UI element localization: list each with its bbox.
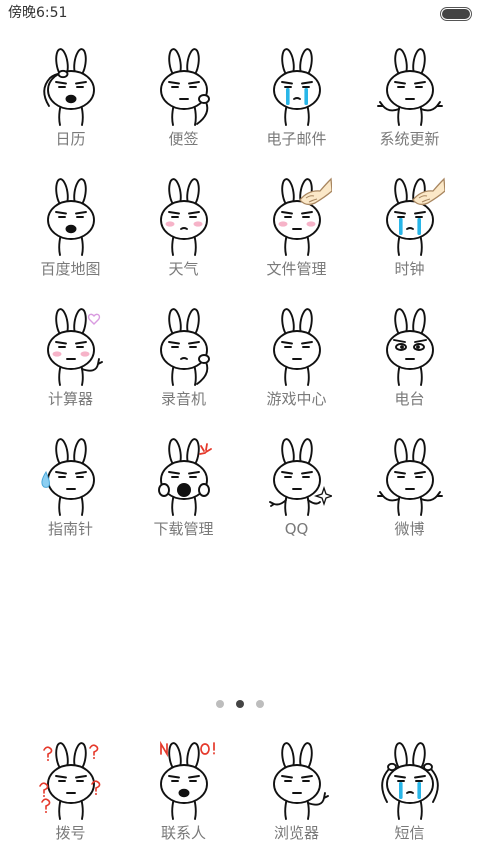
rabbit-shocked-icon	[36, 46, 106, 126]
app-calculator[interactable]: 计算器	[14, 306, 127, 436]
page-dot	[216, 700, 224, 708]
app-label: 游戏中心	[266, 390, 327, 408]
battery-icon	[440, 7, 472, 21]
rabbit-waving-icon	[262, 740, 332, 820]
rabbit-shrugging-icon	[375, 436, 445, 516]
dock: 拨号 联系人 浏览器 短信	[14, 740, 466, 844]
app-phone-dialer[interactable]: 拨号	[14, 740, 127, 844]
app-label: 系统更新	[379, 130, 440, 148]
app-label: 下载管理	[153, 520, 214, 538]
rabbit-crying-icon	[262, 46, 332, 126]
app-label: 拨号	[55, 824, 86, 842]
rabbit-confused-icon	[36, 740, 106, 820]
app-label: 指南针	[47, 520, 93, 538]
rabbit-thinking-icon	[149, 46, 219, 126]
status-time: 傍晚6:51	[8, 5, 68, 21]
app-label: 计算器	[47, 390, 93, 408]
app-label: 短信	[394, 824, 425, 842]
rabbit-sobbing-icon	[375, 176, 445, 256]
app-browser[interactable]: 浏览器	[240, 740, 353, 844]
page-dot	[256, 700, 264, 708]
app-label: 日历	[55, 130, 86, 148]
app-contacts[interactable]: 联系人	[127, 740, 240, 844]
rabbit-sweating-icon	[36, 436, 106, 516]
app-compass[interactable]: 指南针	[14, 436, 127, 566]
app-label: 便签	[168, 130, 199, 148]
rabbit-blushing-icon	[149, 176, 219, 256]
app-label: 浏览器	[273, 824, 319, 842]
app-weibo[interactable]: 微博	[353, 436, 466, 566]
rabbit-pointing-icon	[262, 436, 332, 516]
page-indicator	[0, 700, 480, 708]
app-email[interactable]: 电子邮件	[240, 46, 353, 176]
app-label: 联系人	[160, 824, 206, 842]
rabbit-gasp-icon	[36, 176, 106, 256]
app-label: 电子邮件	[266, 130, 327, 148]
page-dot-active	[236, 700, 244, 708]
rabbit-staring-icon	[375, 306, 445, 386]
app-download-manager[interactable]: 下载管理	[127, 436, 240, 566]
app-system-update[interactable]: 系统更新	[353, 46, 466, 176]
app-label: 百度地图	[40, 260, 101, 278]
app-label: 时钟	[394, 260, 425, 278]
battery-level-fill	[442, 9, 470, 19]
rabbit-petted-icon	[262, 176, 332, 256]
app-clock[interactable]: 时钟	[353, 176, 466, 306]
home-app-grid: 日历 便签 电子邮件 系统更新 百度地图 天气 文件管理 时钟 计算器 录音机 …	[14, 46, 466, 566]
rabbit-plain-icon	[262, 306, 332, 386]
app-game-center[interactable]: 游戏中心	[240, 306, 353, 436]
rabbit-love-icon	[36, 306, 106, 386]
app-label: 电台	[394, 390, 425, 408]
app-calendar[interactable]: 日历	[14, 46, 127, 176]
app-label: 文件管理	[266, 260, 327, 278]
app-weather[interactable]: 天气	[127, 176, 240, 306]
rabbit-weeping-icon	[375, 740, 445, 820]
app-label: QQ	[284, 520, 309, 538]
app-label: 天气	[168, 260, 199, 278]
app-notes[interactable]: 便签	[127, 46, 240, 176]
app-messages[interactable]: 短信	[353, 740, 466, 844]
app-label: 微博	[394, 520, 425, 538]
app-baidu-maps[interactable]: 百度地图	[14, 176, 127, 306]
status-bar: 傍晚6:51	[0, 0, 480, 26]
rabbit-facepalm-icon	[149, 306, 219, 386]
rabbit-yelling-icon	[149, 740, 219, 820]
app-radio[interactable]: 电台	[353, 306, 466, 436]
app-recorder[interactable]: 录音机	[127, 306, 240, 436]
rabbit-screaming-icon	[149, 436, 219, 516]
app-label: 录音机	[160, 390, 206, 408]
rabbit-dismissive-icon	[375, 46, 445, 126]
app-qq[interactable]: QQ	[240, 436, 353, 566]
app-file-manager[interactable]: 文件管理	[240, 176, 353, 306]
